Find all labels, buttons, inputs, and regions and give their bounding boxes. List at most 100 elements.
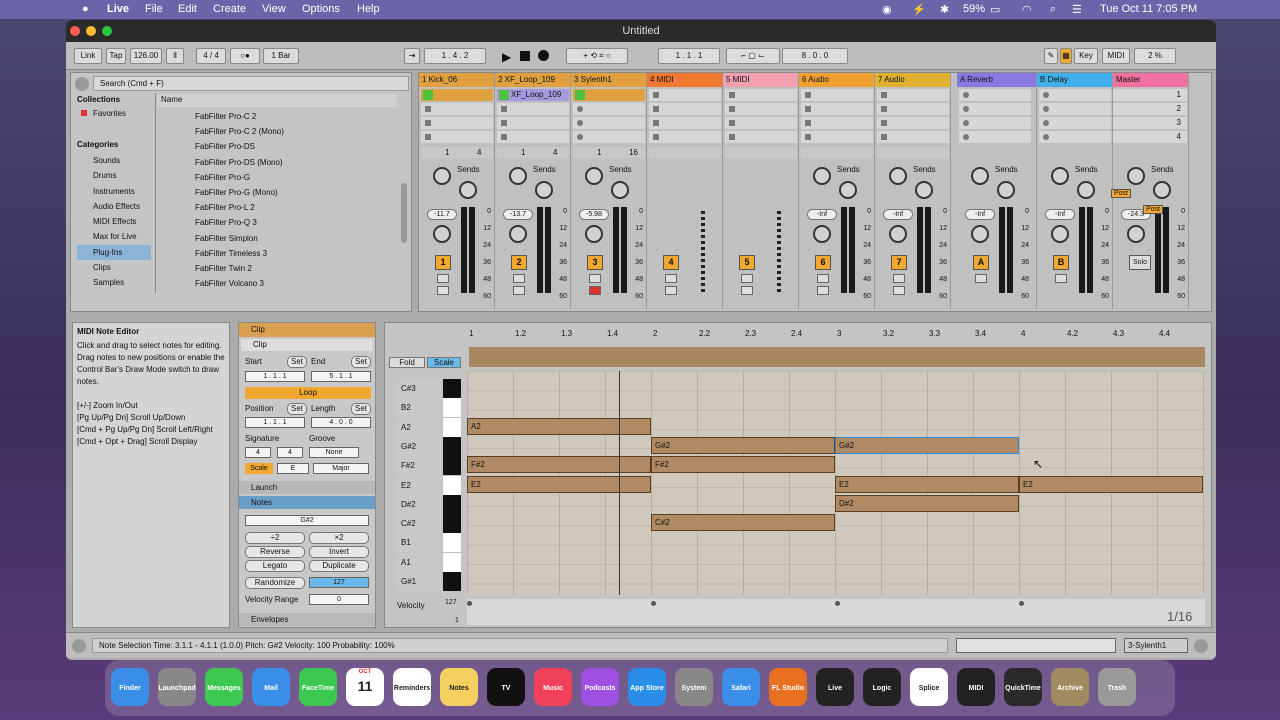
clip-slot[interactable] (1039, 89, 1111, 101)
category-drums[interactable]: Drums (77, 168, 151, 183)
piano-key-label[interactable]: E2 (397, 475, 441, 495)
slot-stop-icon[interactable] (805, 134, 811, 140)
plugin-item[interactable]: FabFilter Volcano 3 (179, 276, 399, 291)
send-b-knob[interactable] (1077, 181, 1095, 199)
clip-slot[interactable] (421, 89, 493, 101)
fold-button[interactable]: Fold (389, 357, 425, 368)
loop-button[interactable]: Loop (245, 387, 371, 399)
slot-stop-icon[interactable] (1043, 120, 1049, 126)
plugin-item[interactable]: FabFilter Pro-C 2 (Mono) (179, 124, 399, 139)
midi-note[interactable]: F#2 (651, 456, 835, 474)
clip-stop-button[interactable] (649, 147, 721, 158)
slot-stop-icon[interactable] (501, 106, 507, 112)
clip-slot[interactable] (573, 131, 645, 143)
length-field[interactable]: 4 . 0 . 0 (311, 417, 371, 428)
volume-field[interactable]: -Inf (965, 209, 995, 220)
apple-menu-icon[interactable]: ● (82, 3, 89, 15)
clip-slot[interactable] (877, 103, 949, 115)
send-a-knob[interactable] (509, 167, 527, 185)
velocity-marker[interactable] (651, 601, 656, 606)
clip-slot[interactable] (725, 89, 797, 101)
dock-podcasts-icon[interactable]: Podcasts (581, 668, 619, 706)
overview-bar[interactable] (956, 638, 1116, 653)
piano-key-label[interactable]: B2 (397, 398, 441, 418)
signature-numerator[interactable]: 4 (245, 447, 271, 458)
clip-play-icon[interactable] (423, 90, 433, 100)
slot-stop-icon[interactable] (577, 134, 583, 140)
plugin-item[interactable]: FabFilter Pro-G (Mono) (179, 185, 399, 200)
pan-knob[interactable] (433, 225, 451, 243)
loop-brace[interactable] (469, 347, 1205, 367)
metronome-icon[interactable]: ⫴ (166, 48, 184, 64)
song-position-field[interactable]: 1 . 4 . 2 (424, 48, 486, 64)
clip-slot[interactable] (649, 131, 721, 143)
clip-slot[interactable] (573, 89, 645, 101)
track-title[interactable]: 1 Kick_06 (419, 73, 494, 87)
double-length-button[interactable]: ×2 (309, 532, 369, 544)
midi-map-button[interactable]: MIDI (1102, 48, 1130, 64)
category-midi-effects[interactable]: MIDI Effects (77, 214, 151, 229)
midi-note[interactable]: G#2 (651, 436, 835, 454)
signature-field[interactable]: 4 / 4 (196, 48, 226, 64)
keyboard-map-icon[interactable]: ▦ (1060, 48, 1072, 64)
velocity-marker[interactable] (835, 601, 840, 606)
track-title[interactable]: 6 Audio (799, 73, 874, 87)
clip-slot[interactable] (801, 103, 873, 115)
track-title[interactable]: B Delay (1037, 73, 1112, 87)
loop-start-field[interactable]: 1 . 1 . 1 (658, 48, 720, 64)
wifi-icon[interactable]: ◠ (1022, 3, 1032, 16)
solo-button[interactable] (975, 274, 987, 283)
clip-slot[interactable] (959, 89, 1031, 101)
track-activator[interactable]: 7 (891, 255, 907, 270)
legato-button[interactable]: Legato (245, 560, 305, 572)
zoom-window-button[interactable] (102, 26, 112, 36)
clip-slot[interactable] (497, 131, 569, 143)
send-b-knob[interactable] (535, 181, 553, 199)
category-sounds[interactable]: Sounds (77, 153, 151, 168)
dock-trash-icon[interactable]: Trash (1098, 668, 1136, 706)
track-activator[interactable]: 2 (511, 255, 527, 270)
notes-section[interactable]: Notes (239, 496, 375, 509)
plugin-item[interactable]: FabFilter Pro-DS (179, 139, 399, 154)
punch-loop-icon[interactable]: ⌐ ▢ ⌙ (726, 48, 780, 64)
randomize-button[interactable]: Randomize (245, 577, 305, 589)
clip-slot[interactable] (959, 131, 1031, 143)
scale-toggle[interactable]: Scale (245, 463, 273, 474)
slot-stop-icon[interactable] (881, 134, 887, 140)
arm-button[interactable] (741, 286, 753, 295)
plugin-item[interactable]: FabFilter Pro-C 2 (179, 109, 399, 124)
piano-key[interactable] (443, 475, 461, 495)
track-title[interactable]: A Reverb (957, 73, 1036, 87)
clip-slot[interactable] (649, 89, 721, 101)
record-icon[interactable] (538, 50, 549, 61)
send-b-knob[interactable] (839, 181, 857, 199)
end-set-button[interactable]: Set (351, 356, 371, 368)
scene-launch-button[interactable]: 2 (1113, 103, 1185, 115)
start-field[interactable]: 1 . 1 . 1 (245, 371, 305, 382)
piano-key-label[interactable]: A2 (397, 417, 441, 437)
pan-knob[interactable] (971, 225, 989, 243)
solo-button[interactable] (817, 274, 829, 283)
send-a-knob[interactable] (813, 167, 831, 185)
volume-field[interactable]: -13.7 (503, 209, 533, 220)
plugin-item[interactable]: FabFilter Pro-Q 3 (179, 215, 399, 230)
slot-stop-icon[interactable] (1043, 92, 1049, 98)
pan-knob[interactable] (585, 225, 603, 243)
piano-key[interactable] (443, 456, 461, 476)
scene-launch-button[interactable]: 4 (1113, 131, 1185, 143)
clip-play-icon[interactable] (575, 90, 585, 100)
dock-live-icon[interactable]: Live (816, 668, 854, 706)
note-name-field[interactable]: G#2 (245, 515, 369, 526)
midi-note[interactable]: C#2 (651, 514, 835, 532)
plugin-item[interactable]: FabFilter Simplon (179, 231, 399, 246)
dock-facetime-icon[interactable]: FaceTime (299, 668, 337, 706)
slot-stop-icon[interactable] (653, 106, 659, 112)
track-title[interactable]: Master (1113, 73, 1188, 87)
solo-button[interactable] (665, 274, 677, 283)
dock-finder-icon[interactable]: Finder (111, 668, 149, 706)
post-button[interactable]: Post (1143, 205, 1164, 214)
track-activator[interactable]: A (973, 255, 989, 270)
plugin-item[interactable]: FabFilter Pro-DS (Mono) (179, 155, 399, 170)
clip-slot[interactable] (649, 117, 721, 129)
arm-button[interactable] (513, 286, 525, 295)
